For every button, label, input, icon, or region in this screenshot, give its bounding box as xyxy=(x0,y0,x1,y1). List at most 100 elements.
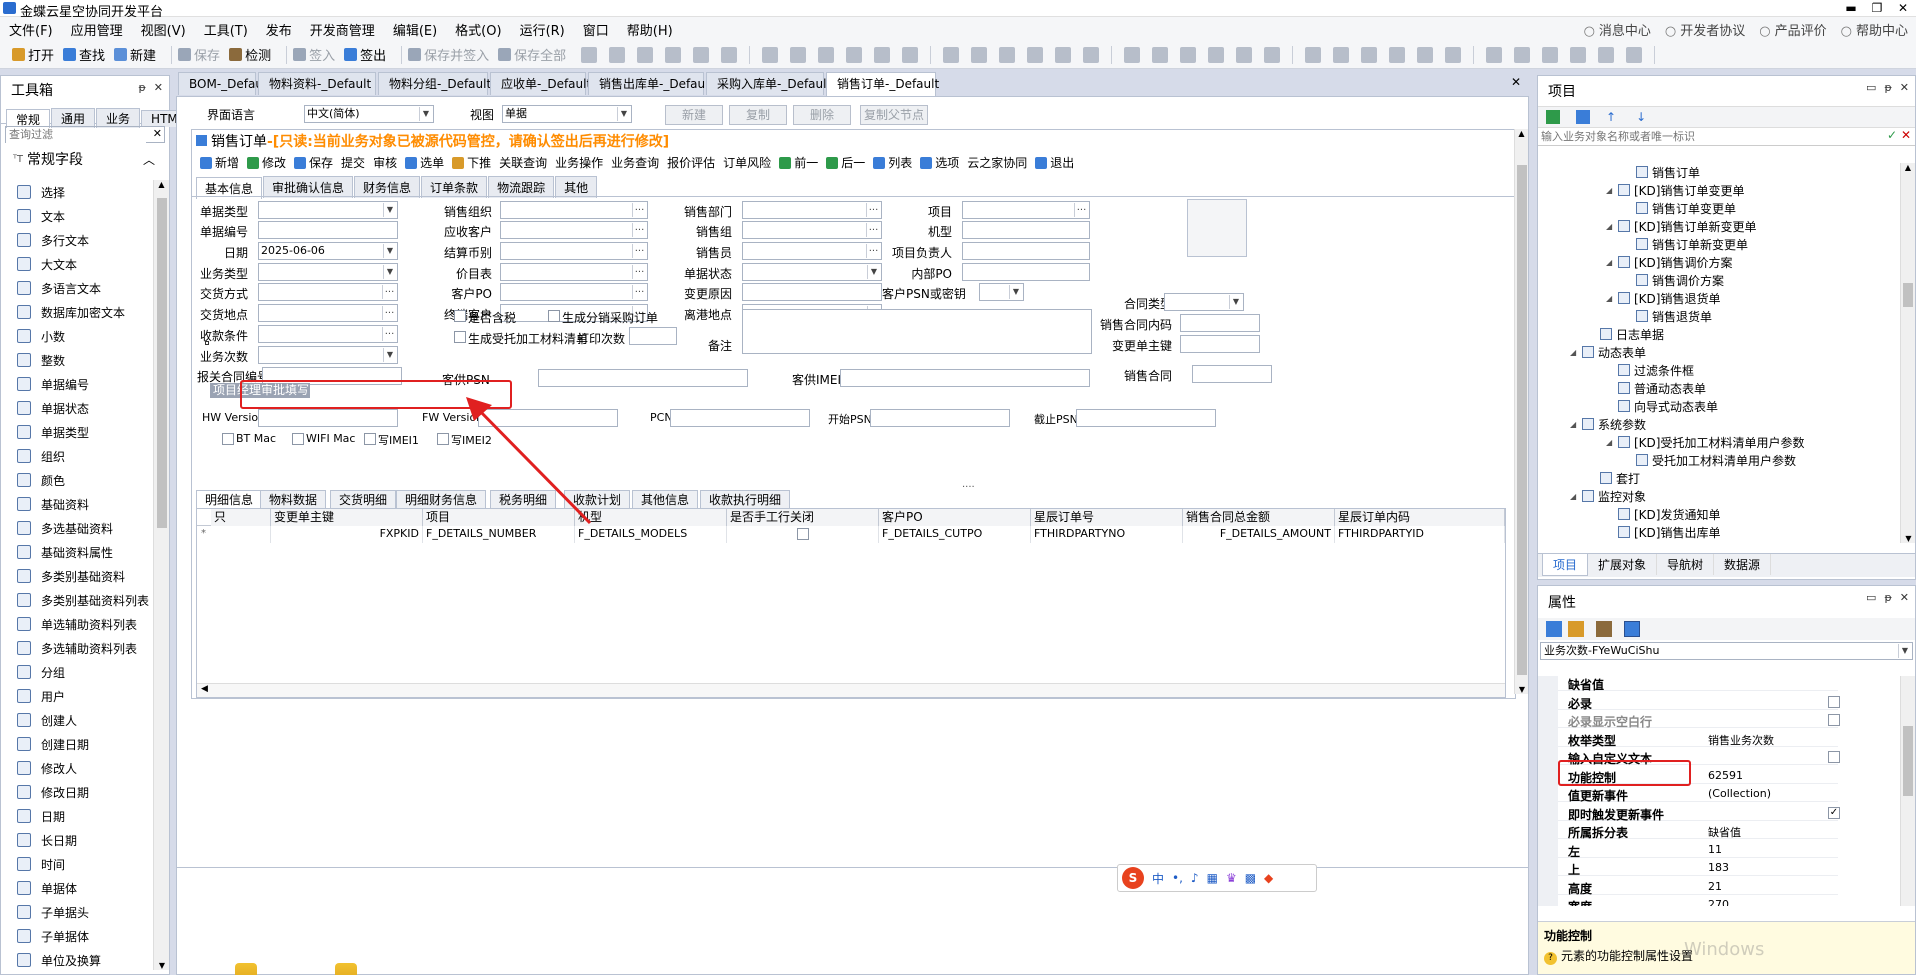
toolbar-format-icon[interactable] xyxy=(1570,46,1587,63)
document-tab[interactable]: 应收单-_Default xyxy=(490,72,591,95)
toolbar-format-icon[interactable] xyxy=(665,46,682,63)
grid-hscroll[interactable]: ◀ xyxy=(197,683,1505,697)
categorized-icon[interactable] xyxy=(1546,621,1562,637)
form-tool-button[interactable]: 保存 xyxy=(294,154,333,171)
close-icon[interactable]: ✕ xyxy=(1900,81,1909,94)
toolbox-item[interactable]: 多选基础资料 xyxy=(1,516,153,540)
sogou-icon[interactable]: S xyxy=(1122,867,1144,889)
ime-skin-icon[interactable]: ♛ xyxy=(1226,871,1237,885)
field-input[interactable]: ... xyxy=(742,221,882,239)
close-icon[interactable]: ✕ xyxy=(1900,591,1909,604)
field-input[interactable]: ... xyxy=(742,242,882,260)
datasource-icon[interactable] xyxy=(235,963,257,975)
field-input[interactable]: ... xyxy=(500,242,648,260)
menu-item[interactable]: 运行(R) xyxy=(511,20,574,39)
toolbox-item[interactable]: 多类别基础资料 xyxy=(1,564,153,588)
copy-icon[interactable] xyxy=(1576,110,1590,124)
toolbox-item[interactable]: 大文本 xyxy=(1,252,153,276)
property-row[interactable]: 即时触发更新事件 ✓ xyxy=(1558,806,1840,822)
detail-tab[interactable]: 交货明细 xyxy=(330,490,397,509)
form-tool-button[interactable]: 修改 xyxy=(247,154,286,171)
property-scrollbar[interactable] xyxy=(1900,676,1915,906)
close-button[interactable]: ✕ xyxy=(1890,0,1916,16)
document-tab[interactable]: 销售出库单-_Default xyxy=(588,72,713,95)
expand-icon[interactable]: ◢ xyxy=(1606,258,1615,267)
toolbar-format-icon[interactable] xyxy=(1445,46,1462,63)
property-checkbox[interactable] xyxy=(1828,695,1840,708)
menu-item[interactable]: 格式(O) xyxy=(446,20,510,39)
lang-select[interactable]: 中文(简体) ▼ xyxy=(304,105,434,123)
collapse-icon[interactable]: ︿ xyxy=(143,151,155,168)
tree-node[interactable]: ◢ 动态表单 xyxy=(1570,343,1646,361)
form-tool-button[interactable]: 报价评估 xyxy=(667,154,715,171)
property-value[interactable]: 62591 xyxy=(1708,769,1743,782)
ime-voice-icon[interactable]: ♪ xyxy=(1191,871,1199,885)
form-tool-button[interactable]: 退出 xyxy=(1035,154,1074,171)
expand-icon[interactable]: ◢ xyxy=(1606,186,1615,195)
toolbar-format-icon[interactable] xyxy=(1361,46,1378,63)
menu-item[interactable]: 编辑(E) xyxy=(384,20,446,39)
form-tool-button[interactable]: 下推 xyxy=(452,154,491,171)
toolbox-item[interactable]: 分组 xyxy=(1,660,153,684)
close-doc-icon[interactable]: ✕ xyxy=(1511,75,1521,89)
toolbox-item[interactable]: 整数 xyxy=(1,348,153,372)
field-input[interactable] xyxy=(1076,409,1216,427)
field-input[interactable]: ... xyxy=(258,304,398,322)
tree-node[interactable]: 普通动态表单 xyxy=(1606,379,1706,397)
expand-icon[interactable]: ◢ xyxy=(1606,294,1615,303)
refresh-icon[interactable] xyxy=(1546,110,1560,124)
toolbar-format-icon[interactable] xyxy=(1486,46,1503,63)
field-input[interactable]: ... xyxy=(500,283,648,301)
document-tab[interactable]: 物料资料-_Default xyxy=(258,72,376,95)
events-icon[interactable] xyxy=(1624,621,1640,637)
menu-right-link[interactable]: ○ 帮助中心 xyxy=(1841,20,1908,39)
tree-node[interactable]: [KD]销售订单 xyxy=(1606,541,1708,543)
checkbox[interactable] xyxy=(797,528,809,540)
property-row[interactable]: 必录 xyxy=(1558,695,1840,711)
form-tool-button[interactable]: 关联查询 xyxy=(499,154,547,171)
field-input[interactable]: 2025-06-06 ▼ xyxy=(258,242,398,260)
toolbox-item[interactable]: 修改日期 xyxy=(1,780,153,804)
toolbox-item[interactable]: 文本 xyxy=(1,204,153,228)
toolbox-item[interactable]: 单据状态 xyxy=(1,396,153,420)
property-row[interactable]: 所属拆分表 缺省值 xyxy=(1558,824,1838,840)
property-value[interactable]: 缺省值 xyxy=(1708,824,1741,840)
tree-scrollbar[interactable]: ▲ ▼ xyxy=(1900,163,1915,543)
tree-node[interactable]: 套打 xyxy=(1588,469,1640,487)
head-tab[interactable]: 其他 xyxy=(555,176,598,198)
head-tab[interactable]: 财务信息 xyxy=(354,176,421,198)
expand-icon[interactable]: ◢ xyxy=(1570,492,1579,501)
tree-node[interactable]: 日志单据 xyxy=(1588,325,1664,343)
toolbar-format-icon[interactable] xyxy=(1055,46,1072,63)
toolbox-search-input[interactable] xyxy=(6,127,146,143)
menu-item[interactable]: 开发商管理 xyxy=(301,20,384,39)
field-input[interactable] xyxy=(1192,365,1272,383)
ime-tools-icon[interactable]: ▩ xyxy=(1245,871,1256,885)
head-tab[interactable]: 审批确认信息 xyxy=(263,176,354,198)
toolbar-button[interactable]: 查找 xyxy=(63,45,105,64)
form-tool-button[interactable]: 前一 xyxy=(779,154,818,171)
toolbar-button[interactable]: 保存全部 xyxy=(498,45,566,64)
property-row[interactable]: 左 11 xyxy=(1558,843,1838,859)
toolbar-format-icon[interactable] xyxy=(1514,46,1531,63)
toolbar-format-icon[interactable] xyxy=(762,46,779,63)
form-tool-button[interactable]: 审核 xyxy=(373,154,397,171)
alphabetical-icon[interactable] xyxy=(1568,621,1584,637)
detail-tab[interactable]: 收款执行明细 xyxy=(700,490,791,509)
toolbar-format-icon[interactable] xyxy=(1027,46,1044,63)
copy-button[interactable]: 复制 xyxy=(729,105,787,125)
toolbar-button[interactable]: 签出 xyxy=(344,45,386,64)
field-input[interactable]: ▼ xyxy=(742,263,882,281)
tree-node[interactable]: 过滤条件框 xyxy=(1606,361,1694,379)
menu-item[interactable]: 发布 xyxy=(257,20,301,39)
toolbar-format-icon[interactable] xyxy=(999,46,1016,63)
toolbox-item[interactable]: 创建日期 xyxy=(1,732,153,756)
toolbar-format-icon[interactable] xyxy=(1083,46,1100,63)
project-bottom-tab[interactable]: 导航树 xyxy=(1657,554,1715,575)
toolbox-scrollbar[interactable]: ▲ ▼ xyxy=(153,180,169,970)
expand-icon[interactable]: ◢ xyxy=(1606,438,1615,447)
toolbox-item[interactable]: 选择 xyxy=(1,180,153,204)
toolbar-format-icon[interactable] xyxy=(1208,46,1225,63)
toolbar-format-icon[interactable] xyxy=(693,46,710,63)
tree-node[interactable]: ◢ [KD]销售调价方案 xyxy=(1606,253,1732,271)
